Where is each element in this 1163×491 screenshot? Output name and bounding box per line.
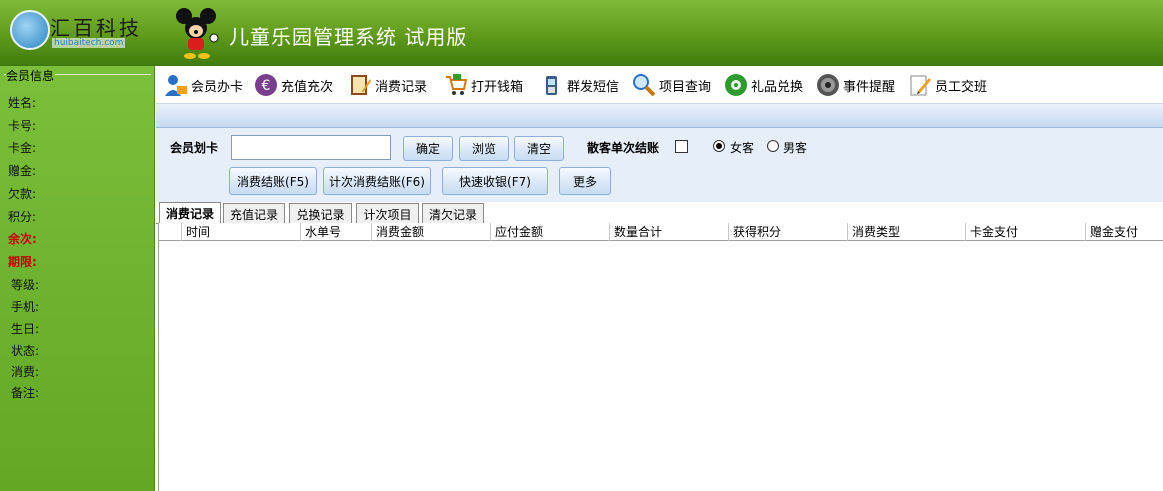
member-field-note: 备注: <box>11 386 40 400</box>
grid-header: 时间 水单号 消费金额 应付金额 数量合计 获得积分 消费类型 卡金支付 赠金支… <box>159 223 1163 241</box>
toolbar-strip <box>156 104 1163 128</box>
toolbar-recharge-button[interactable]: € 充值充次 <box>254 71 333 99</box>
toolbar-open-cash-drawer-button[interactable]: 打开钱箱 <box>444 71 523 99</box>
toolbar-consumption-records-button[interactable]: 消费记录 <box>348 71 427 99</box>
records-tabs: 消费记录 充值记录 兑换记录 计次项目 清欠记录 <box>156 202 1163 224</box>
records-grid[interactable]: 时间 水单号 消费金额 应付金额 数量合计 获得积分 消费类型 卡金支付 赠金支… <box>158 223 1163 491</box>
gender-female-radio[interactable] <box>713 140 725 152</box>
column-payable-amount[interactable]: 应付金额 <box>490 223 609 241</box>
tab-debt-clearing-records[interactable]: 清欠记录 <box>422 203 484 224</box>
toolbar-label: 事件提醒 <box>843 79 896 95</box>
pencil-note-icon <box>910 75 931 96</box>
column-time[interactable]: 时间 <box>181 223 300 241</box>
member-field-phone: 手机: <box>11 300 40 314</box>
toolbar-gift-exchange-button[interactable]: 礼品兑换 <box>724 71 803 99</box>
logo-emblem-icon <box>10 10 50 50</box>
card-swipe-input[interactable] <box>231 135 391 160</box>
toolbar-label: 充值充次 <box>281 79 334 95</box>
phone-icon <box>546 76 557 95</box>
column-consumption-amount[interactable]: 消费金额 <box>371 223 490 241</box>
toolbar-label: 群发短信 <box>567 79 620 95</box>
member-field-card-no: 卡号: <box>8 119 37 133</box>
cart-icon <box>446 74 468 95</box>
tab-exchange-records[interactable]: 兑换记录 <box>289 203 352 224</box>
confirm-button[interactable]: 确定 <box>403 136 453 161</box>
member-card-icon <box>165 75 187 96</box>
app-header: 汇百科技 huibaitech.com 儿童乐园管理系统 试用版 <box>0 0 1163 66</box>
member-info-panel: 会员信息 姓名: 卡号: 卡金: 赠金: 欠款: 积分: 余次: 期限: 等级:… <box>0 66 155 491</box>
svg-text:€: € <box>262 78 271 94</box>
walkin-checkout-label: 散客单次结账 <box>587 141 660 155</box>
more-button[interactable]: 更多 <box>559 167 611 195</box>
toolbar-member-card-button[interactable]: 会员办卡 <box>164 71 243 99</box>
toolbar-label: 项目查询 <box>659 79 712 95</box>
column-points-earned[interactable]: 获得积分 <box>728 223 847 241</box>
notebook-icon <box>351 75 371 95</box>
magnifier-icon <box>633 74 656 97</box>
quick-cash-f7-button[interactable]: 快速收银(F7) <box>442 167 548 195</box>
column-card-payment[interactable]: 卡金支付 <box>965 223 1085 241</box>
toolbar-label: 员工交班 <box>935 79 988 95</box>
gender-male-radio[interactable] <box>767 140 779 152</box>
column-quantity-total[interactable]: 数量合计 <box>609 223 728 241</box>
card-swipe-label: 会员划卡 <box>170 141 219 155</box>
toolbar-label: 打开钱箱 <box>471 79 524 95</box>
member-field-consumption: 消费: <box>11 365 40 379</box>
tab-count-items[interactable]: 计次项目 <box>356 203 419 224</box>
toolbar-item-query-button[interactable]: 项目查询 <box>632 71 711 99</box>
grid-row-header-cell <box>159 223 181 241</box>
checkout-form: 会员划卡 确定 浏览 清空 散客单次结账 女客 男客 消费结账(F5) 计次消费… <box>156 128 1163 202</box>
browse-button[interactable]: 浏览 <box>459 136 509 161</box>
toolbar-event-reminder-button[interactable]: 事件提醒 <box>816 71 895 99</box>
logo-text: 汇百科技 <box>50 16 142 40</box>
member-field-expiry: 期限: <box>8 255 37 269</box>
column-bonus-payment[interactable]: 赠金支付 <box>1085 223 1163 241</box>
toolbar-label: 消费记录 <box>375 79 428 95</box>
gender-male-label: 男客 <box>783 141 808 155</box>
speaker-icon <box>817 74 839 96</box>
toolbar-label: 礼品兑换 <box>751 79 804 95</box>
mascot-icon <box>176 8 219 59</box>
green-disc-icon <box>725 74 747 96</box>
gender-female-label: 女客 <box>730 141 755 155</box>
member-field-status: 状态: <box>11 344 40 358</box>
app-title: 儿童乐园管理系统 试用版 <box>229 25 468 49</box>
member-field-card-balance: 卡金: <box>8 141 37 155</box>
member-info-legend: 会员信息 <box>6 67 58 84</box>
toolbar-label: 会员办卡 <box>191 79 244 95</box>
tab-recharge-records[interactable]: 充值记录 <box>223 203 285 224</box>
tab-consumption-records[interactable]: 消费记录 <box>159 202 221 224</box>
member-field-debt: 欠款: <box>8 187 37 201</box>
clear-button[interactable]: 清空 <box>514 136 564 161</box>
panel-border <box>55 74 151 75</box>
euro-coin-icon: € <box>255 74 277 96</box>
column-consumption-type[interactable]: 消费类型 <box>847 223 965 241</box>
toolbar-bulk-sms-button[interactable]: 群发短信 <box>540 71 619 99</box>
member-field-birthday: 生日: <box>11 322 40 336</box>
count-checkout-f6-button[interactable]: 计次消费结账(F6) <box>323 167 431 195</box>
walkin-checkout-checkbox[interactable] <box>675 140 688 153</box>
checkout-f5-button[interactable]: 消费结账(F5) <box>229 167 317 195</box>
member-field-bonus: 赠金: <box>8 164 37 178</box>
toolbar-shift-handover-button[interactable]: 员工交班 <box>908 71 987 99</box>
column-receipt-no[interactable]: 水单号 <box>300 223 371 241</box>
main-toolbar: 会员办卡 € 充值充次 消费记录 打开钱箱 群发短信 项目查询 礼品兑换 事件提… <box>156 66 1163 104</box>
member-field-points: 积分: <box>8 210 37 224</box>
member-field-remaining-times: 余次: <box>8 232 37 246</box>
logo-subtext: huibaitech.com <box>52 38 126 48</box>
member-field-name: 姓名: <box>8 96 37 110</box>
member-field-level: 等级: <box>11 278 40 292</box>
